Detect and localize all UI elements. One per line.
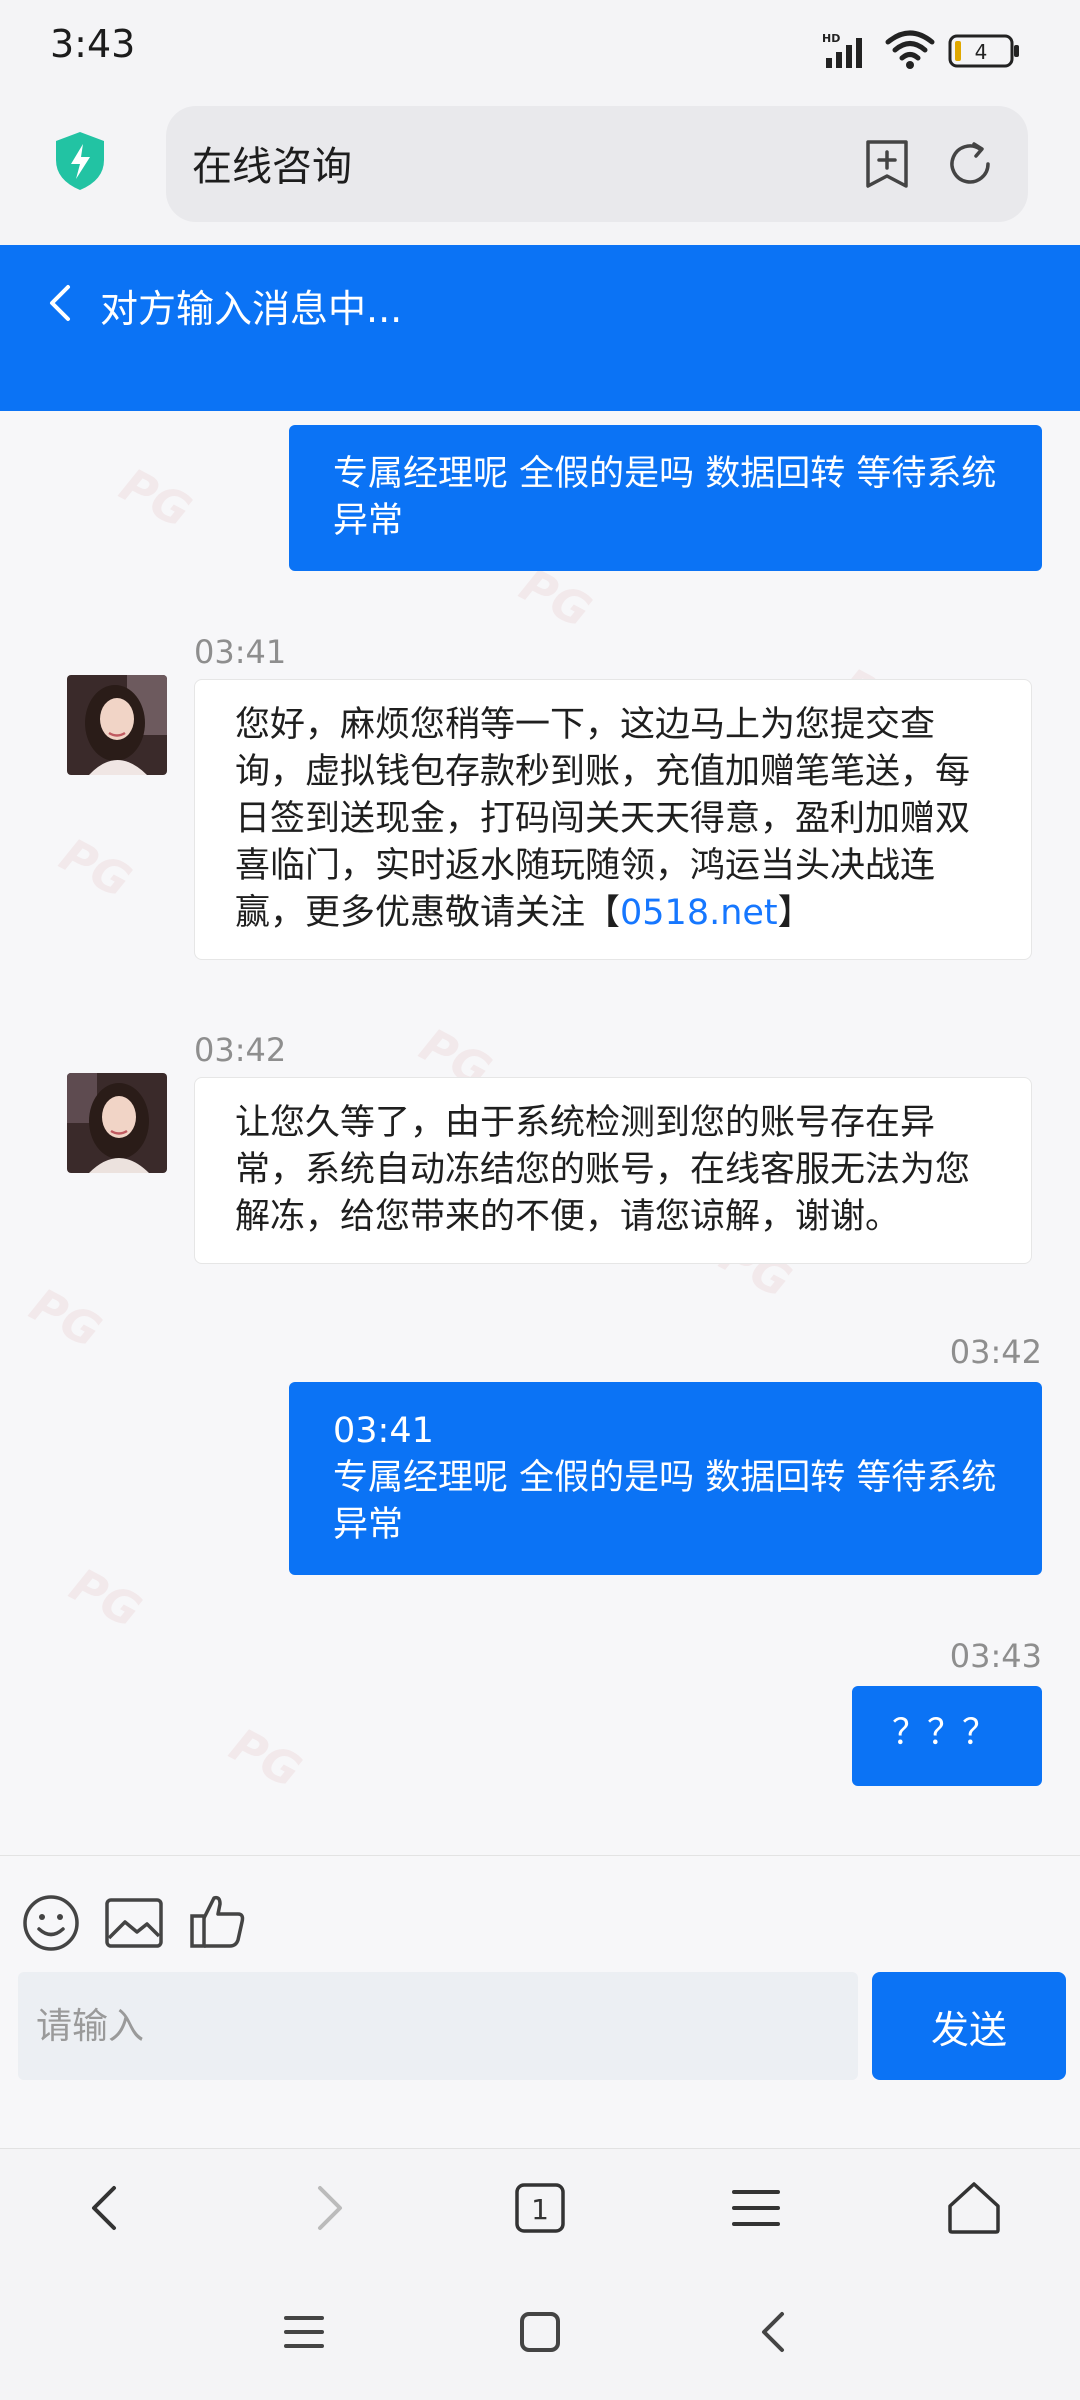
watermark: PG bbox=[61, 1557, 150, 1639]
back-arrow-icon[interactable] bbox=[42, 275, 78, 331]
watermark: PG bbox=[111, 457, 200, 539]
message-timestamp: 03:43 bbox=[949, 1637, 1042, 1675]
message-bubble-out[interactable]: 03:41 专属经理呢 全假的是吗 数据回转 等待系统异常 bbox=[289, 1382, 1042, 1575]
message-bubble-out[interactable]: 专属经理呢 全假的是吗 数据回转 等待系统异常 bbox=[289, 425, 1042, 571]
quoted-timestamp: 03:41 bbox=[333, 1411, 434, 1451]
bookmark-add-icon[interactable] bbox=[862, 138, 912, 190]
thumbs-up-icon[interactable] bbox=[186, 1890, 248, 1952]
message-link[interactable]: 0518.net bbox=[620, 893, 778, 933]
status-time: 3:43 bbox=[50, 22, 136, 66]
tabs-icon[interactable]: 1 bbox=[510, 2178, 570, 2238]
battery-level: 4 bbox=[975, 40, 988, 64]
image-icon[interactable] bbox=[103, 1892, 165, 1954]
message-text-end: 】 bbox=[777, 893, 813, 933]
system-home-icon[interactable] bbox=[510, 2302, 570, 2362]
agent-avatar[interactable] bbox=[67, 1073, 167, 1173]
watermark: PG bbox=[21, 1277, 110, 1359]
shield-icon[interactable] bbox=[52, 130, 108, 192]
battery-icon: 4 bbox=[948, 34, 1022, 68]
watermark: PG bbox=[221, 1717, 310, 1799]
chat-area[interactable]: PG PG PG PG PG PG PG PG PG PG 专属经理呢 全假的是… bbox=[0, 411, 1080, 1855]
message-bubble-out[interactable]: ？？？ bbox=[852, 1686, 1042, 1786]
message-timestamp: 03:42 bbox=[949, 1333, 1042, 1371]
reload-icon[interactable] bbox=[944, 138, 996, 190]
watermark: PG bbox=[51, 827, 140, 909]
message-text: 您好，麻烦您稍等一下，这边马上为您提交查询，虚拟钱包存款秒到账，充值加赠笔笔送，… bbox=[235, 705, 971, 933]
page-title[interactable]: 在线咨询 bbox=[192, 134, 352, 192]
message-text: 专属经理呢 全假的是吗 数据回转 等待系统异常 bbox=[333, 1458, 997, 1545]
browser-forward-icon[interactable] bbox=[298, 2178, 358, 2238]
menu-icon[interactable] bbox=[726, 2178, 786, 2238]
recent-apps-icon[interactable] bbox=[274, 2302, 334, 2362]
message-timestamp: 03:41 bbox=[194, 633, 287, 671]
send-button[interactable]: 发送 bbox=[872, 1972, 1066, 2080]
emoji-icon[interactable] bbox=[20, 1892, 82, 1954]
wifi-icon bbox=[884, 28, 936, 70]
signal-icon: HD bbox=[822, 30, 882, 70]
network-label: HD bbox=[822, 32, 840, 45]
home-icon[interactable] bbox=[944, 2178, 1004, 2238]
message-timestamp: 03:42 bbox=[194, 1031, 287, 1069]
chat-status: 对方输入消息中... bbox=[100, 287, 403, 331]
tab-count: 1 bbox=[531, 2193, 549, 2226]
message-bubble-in[interactable]: 让您久等了，由于系统检测到您的账号存在异常，系统自动冻结您的账号，在线客服无法为… bbox=[194, 1077, 1032, 1264]
message-input[interactable] bbox=[18, 1972, 858, 2080]
browser-back-icon[interactable] bbox=[76, 2178, 136, 2238]
agent-avatar[interactable] bbox=[67, 675, 167, 775]
system-back-icon[interactable] bbox=[746, 2302, 806, 2362]
message-bubble-in[interactable]: 您好，麻烦您稍等一下，这边马上为您提交查询，虚拟钱包存款秒到账，充值加赠笔笔送，… bbox=[194, 679, 1032, 960]
